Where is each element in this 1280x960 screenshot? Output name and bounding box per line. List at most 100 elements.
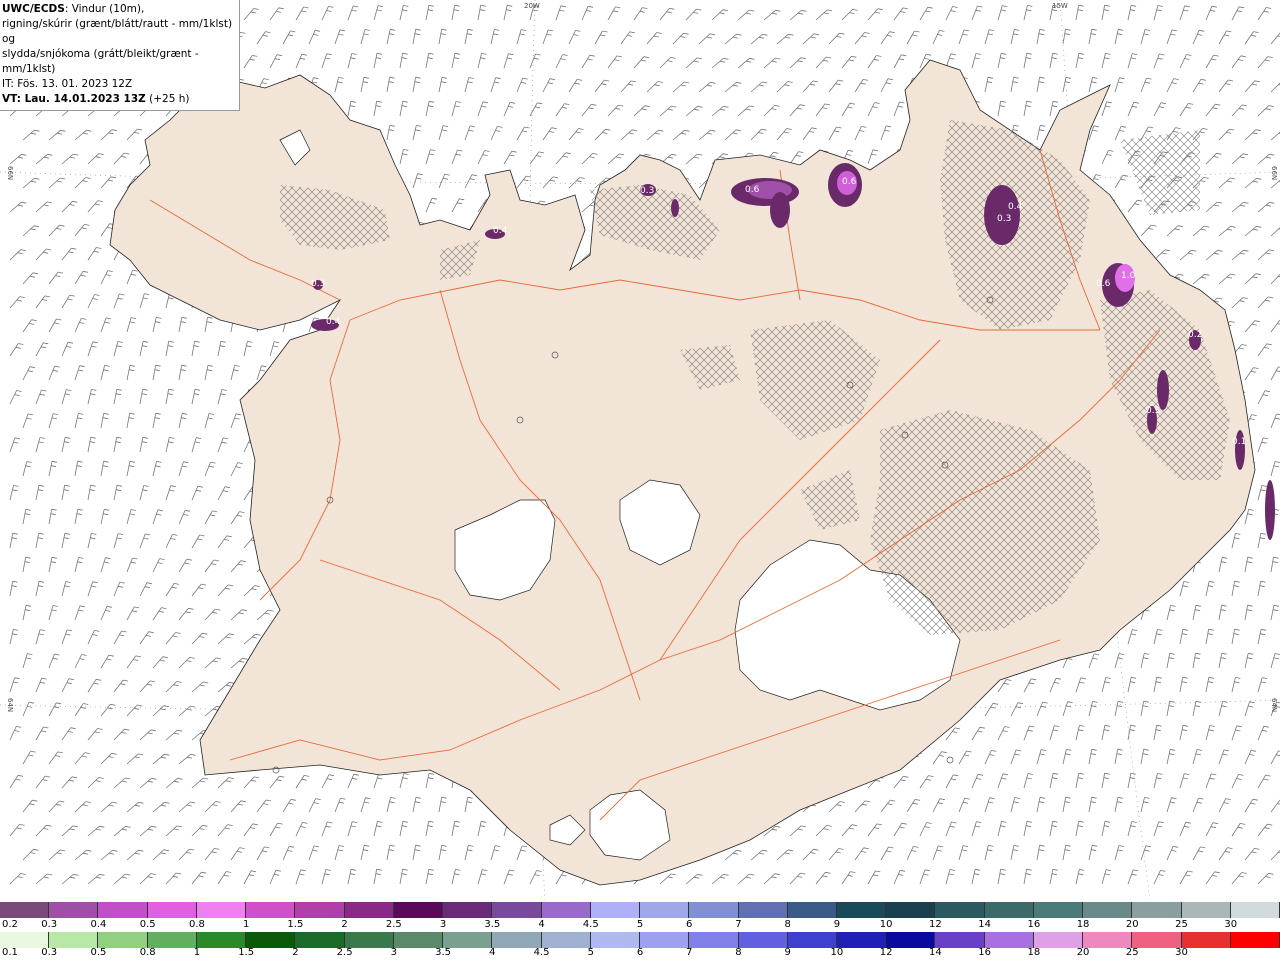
precip-label: 1.0 <box>1121 271 1136 281</box>
colorbar-tick-label: 18 <box>1076 919 1090 930</box>
colorbar-swatch <box>984 932 1034 948</box>
colorbar-swatch <box>590 932 641 948</box>
colorbar-tick-label: 8 <box>735 947 742 958</box>
colorbar-snow-labels: 0.2 0.3 0.4 0.5 0.8 1 1.5 2 2.5 3 3.5 4 4.5 5 6 7 8 9 10 12… <box>0 919 1280 931</box>
colorbar-tick-label: 8 <box>784 919 791 930</box>
colorbar-swatch <box>1033 932 1084 948</box>
precip-label: 0.3 <box>311 279 325 289</box>
colorbar-swatch <box>443 902 493 918</box>
colorbar-swatch <box>98 932 148 948</box>
colorbar-rain-labels: 0.1 0.3 0.5 0.8 1 1.5 2 2.5 3 3.5 4 4.5 5 6 7 8 9 10 12 14 1… <box>0 947 1280 959</box>
colorbar-swatch <box>689 932 739 948</box>
colorbar-tick-label: 3.5 <box>484 919 501 930</box>
precip-label: 0.3 <box>1146 406 1160 416</box>
colorbar-tick-label: 12 <box>879 947 893 958</box>
colorbar-tick-label: 0.1 <box>2 947 18 958</box>
colorbar-tick-label: 6 <box>686 919 693 930</box>
colorbar-swatch <box>49 932 99 948</box>
colorbar-tick-label: 1.5 <box>287 919 304 930</box>
colorbar-swatch <box>246 902 296 918</box>
colorbar-swatch <box>344 902 394 918</box>
colorbar-swatch <box>246 932 296 948</box>
colorbar-tick-label: 4 <box>538 919 545 930</box>
colorbar-tick-label: 1 <box>193 947 201 958</box>
colorbar-tick-label: 3 <box>390 947 398 958</box>
colorbar-swatch <box>0 902 50 918</box>
precip-label: 0.1 <box>1232 437 1246 447</box>
colorbar-tick-label: 0.8 <box>188 919 205 930</box>
colorbar-tick-label: 3.5 <box>435 947 452 958</box>
colorbar-tick-label: 7 <box>735 919 742 930</box>
colorbar-tick-label: 16 <box>978 947 991 958</box>
colorbar-tick-label: 0.3 <box>41 919 58 930</box>
colorbar-tick-label: 20 <box>1076 947 1090 958</box>
colorbar-snow <box>0 902 1280 918</box>
colorbar-swatch <box>344 932 394 948</box>
colorbar-swatch <box>1132 902 1182 918</box>
colorbar-tick-label: 0.8 <box>139 947 156 958</box>
colorbar-swatch <box>640 902 690 918</box>
header-line-3: slydda/snjókoma (grátt/bleikt/grænt - mm… <box>2 48 199 75</box>
colorbar-tick-label: 30 <box>1224 919 1238 930</box>
precip-label: 0.4 <box>326 317 341 327</box>
colorbar-swatch <box>1230 932 1280 948</box>
colorbar-tick-label: 4.5 <box>533 947 550 958</box>
colorbar-tick-label: 2.5 <box>336 947 353 958</box>
colorbar-tick-label: 25 <box>1125 947 1139 958</box>
map-header: UWC/ECDS: Vindur (10m), rigning/skúrir (… <box>0 0 240 111</box>
colorbar-swatch <box>984 902 1034 918</box>
colorbar-tick-label: 30 <box>1175 947 1188 958</box>
colorbar-tick-label: 7 <box>686 947 693 958</box>
colorbar-swatch <box>1181 902 1231 918</box>
colorbar-swatch <box>787 902 837 918</box>
colorbar-tick-label: 2 <box>341 919 348 930</box>
colorbar-tick-label: 3 <box>439 919 447 930</box>
precip-label: 0.6 <box>842 177 857 187</box>
colorbar-swatch <box>1230 902 1280 918</box>
colorbar-swatch <box>1033 902 1084 918</box>
valid-time-prefix: VT: Lau. 14.01.2023 13Z <box>2 93 146 105</box>
colorbar-tick-label: 0.4 <box>90 919 107 930</box>
colorbar-tick-label: 0.2 <box>2 919 18 930</box>
colorbar-tick-label: 4 <box>489 947 496 958</box>
colorbar-swatch <box>196 932 247 948</box>
header-line-1: UWC/ECDS: Vindur (10m), <box>2 2 236 17</box>
colorbar-swatch <box>492 932 542 948</box>
colorbar-swatch <box>147 932 197 948</box>
colorbar-tick-label: 14 <box>929 947 942 958</box>
colorbar-tick-label: 5 <box>587 947 594 958</box>
colorbar-tick-label: 1 <box>242 919 250 930</box>
colorbar-tick-label: 20 <box>1125 919 1139 930</box>
lat-label-66n-right: 66N <box>1270 166 1278 180</box>
colorbar-swatch <box>541 932 591 948</box>
colorbar-swatch <box>1181 932 1231 948</box>
colorbar-tick-label: 25 <box>1175 919 1188 930</box>
colorbar-tick-label: 12 <box>929 919 942 930</box>
valid-time: VT: Lau. 14.01.2023 13Z (+25 h) <box>2 92 236 107</box>
precip-label: 0.2 <box>1188 330 1202 340</box>
colorbar-tick-label: 16 <box>1027 919 1041 930</box>
precip-label: 0.4 <box>1008 202 1023 212</box>
colorbar-swatch <box>836 902 887 918</box>
precip-label: 0.6 <box>745 185 760 195</box>
colorbar-swatch <box>590 902 641 918</box>
colorbar-tick-label: 10 <box>879 919 893 930</box>
colorbar-swatch <box>443 932 493 948</box>
colorbar-swatch <box>836 932 887 948</box>
colorbar-swatch <box>295 902 345 918</box>
colorbar-swatch <box>640 932 690 948</box>
colorbar-swatch <box>738 932 788 948</box>
colorbar-tick-label: 5 <box>636 919 644 930</box>
colorbar-swatch <box>541 902 591 918</box>
colorbar-swatch <box>492 902 542 918</box>
precip-label: 0.3 <box>640 186 654 196</box>
valid-time-suffix: (+25 h) <box>145 93 190 105</box>
iceland-weather-map: 0.3 0.6 0.6 0.4 0.3 1.0 0.6 0.4 0.3 0.1 … <box>0 0 1280 900</box>
colorbar-swatch <box>738 902 788 918</box>
lon-label-20w: 20W <box>524 2 540 10</box>
colorbar-swatch <box>886 932 936 948</box>
header-line-2: rigning/skúrir (grænt/blátt/rautt - mm/1… <box>2 18 233 45</box>
colorbar-swatch <box>689 902 739 918</box>
lat-label-64n-left: 64N <box>6 698 14 712</box>
issue-time: IT: Fös. 13. 01. 2023 12Z <box>2 78 133 90</box>
